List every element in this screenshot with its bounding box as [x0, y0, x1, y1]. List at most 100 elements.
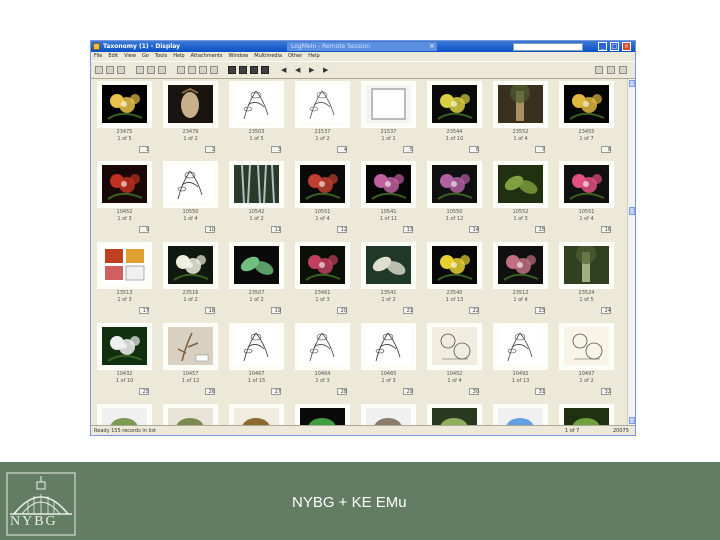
- menu-multimedia[interactable]: Multimedia: [254, 53, 282, 59]
- thumbnail-image[interactable]: [432, 408, 477, 425]
- thumbnail-cell[interactable]: [490, 402, 551, 425]
- thumbnail-cell[interactable]: 23479 1 of 2 2: [160, 79, 221, 156]
- session-combo[interactable]: [513, 43, 583, 51]
- open-icon[interactable]: [106, 66, 114, 74]
- thumbnail-cell[interactable]: [94, 402, 155, 425]
- thumbnail-frame[interactable]: [229, 323, 284, 370]
- thumbnail-image[interactable]: [366, 165, 411, 203]
- thumbnail-cell[interactable]: 10542 1 of 2 11: [226, 159, 287, 236]
- thumbnail-cell[interactable]: 23461 1 of 3 20: [292, 240, 353, 317]
- thumbnail-image[interactable]: [168, 408, 213, 425]
- menu-help-1[interactable]: Help: [173, 53, 184, 59]
- thumbnail-cell[interactable]: 10552 1 of 3 15: [490, 159, 551, 236]
- thumbnail-image[interactable]: [432, 246, 477, 284]
- thumbnail-frame[interactable]: [361, 404, 416, 425]
- thumbnail-image[interactable]: [432, 85, 477, 123]
- thumbnail-image[interactable]: [300, 85, 345, 123]
- thumbnail-frame[interactable]: [295, 404, 350, 425]
- thumbnail-frame[interactable]: [427, 404, 482, 425]
- menu-attachments[interactable]: Attachments: [191, 53, 223, 59]
- thumbnail-cell[interactable]: 10550 1 of 12 14: [424, 159, 485, 236]
- thumbnail-cell[interactable]: 10467 1 of 15 27: [226, 321, 287, 398]
- thumbnail-cell[interactable]: 10452 1 of 3 9: [94, 159, 155, 236]
- thumbnail-frame[interactable]: [97, 404, 152, 425]
- thumbnail-image[interactable]: [102, 327, 147, 365]
- thumbnail-cell[interactable]: [358, 402, 419, 425]
- next-record-icon[interactable]: ▶: [309, 65, 314, 75]
- title-bar[interactable]: Taxonomy (1) - Display LogMeIn - Remote …: [91, 41, 635, 52]
- thumbnail-image[interactable]: [234, 408, 279, 425]
- thumbnail-cell[interactable]: [226, 402, 287, 425]
- thumbnail-image[interactable]: [498, 165, 543, 203]
- scroll-thumb[interactable]: [629, 207, 635, 215]
- paste-icon[interactable]: [158, 66, 166, 74]
- thumbnail-image[interactable]: [300, 165, 345, 203]
- scroll-down-icon[interactable]: [629, 417, 635, 424]
- report-icon[interactable]: [210, 66, 218, 74]
- thumbnail-frame[interactable]: [163, 242, 218, 289]
- thumbnail-frame[interactable]: [295, 242, 350, 289]
- thumbnail-frame[interactable]: [559, 242, 614, 289]
- save-icon[interactable]: [117, 66, 125, 74]
- thumbnail-frame[interactable]: [427, 161, 482, 208]
- thumbnail-cell[interactable]: 10465 1 of 3 29: [358, 321, 419, 398]
- thumbnail-cell[interactable]: 23540 1 of 13 22: [424, 240, 485, 317]
- thumbnail-image[interactable]: [366, 327, 411, 365]
- thumbnail-cell[interactable]: 10452 1 of 4 30: [424, 321, 485, 398]
- multimedia-view-icon[interactable]: [261, 66, 269, 74]
- thumbnail-image[interactable]: [564, 327, 609, 365]
- thumbnail-frame[interactable]: [427, 323, 482, 370]
- thumbnail-image[interactable]: [234, 85, 279, 123]
- thumbnail-cell[interactable]: 23507 1 of 2 19: [226, 240, 287, 317]
- new-icon[interactable]: [95, 66, 103, 74]
- thumbnail-cell[interactable]: 23544 1 of 10 6: [424, 79, 485, 156]
- filter-icon[interactable]: [188, 66, 196, 74]
- tile-icon[interactable]: [619, 66, 627, 74]
- thumbnail-cell[interactable]: 23503 1 of 5 3: [226, 79, 287, 156]
- remote-session-tab[interactable]: LogMeIn - Remote Session: [287, 42, 437, 51]
- thumbnail-frame[interactable]: [295, 81, 350, 128]
- thumbnail-frame[interactable]: [229, 404, 284, 425]
- maximize-button[interactable]: □: [610, 42, 619, 51]
- thumbnail-frame[interactable]: [229, 81, 284, 128]
- thumbnail-cell[interactable]: 21537 1 of 1 5: [358, 79, 419, 156]
- thumbnail-image[interactable]: [234, 165, 279, 203]
- find-icon[interactable]: [177, 66, 185, 74]
- thumbnail-image[interactable]: [366, 408, 411, 425]
- vertical-scrollbar[interactable]: [627, 79, 635, 425]
- thumbnail-image[interactable]: [564, 246, 609, 284]
- minimize-button[interactable]: _: [598, 42, 607, 51]
- thumbnail-frame[interactable]: [163, 323, 218, 370]
- copy-icon[interactable]: [147, 66, 155, 74]
- thumbnail-image[interactable]: [102, 246, 147, 284]
- details-view-icon[interactable]: [239, 66, 247, 74]
- thumbnail-image[interactable]: [168, 246, 213, 284]
- thumbnail-cell[interactable]: 10551 1 of 4 16: [556, 159, 617, 236]
- thumbnail-image[interactable]: [432, 327, 477, 365]
- thumbnail-cell[interactable]: 10432 1 of 10 25: [94, 321, 155, 398]
- thumbnail-frame[interactable]: [361, 161, 416, 208]
- menu-window[interactable]: Window: [229, 53, 249, 59]
- thumbnail-image[interactable]: [564, 408, 609, 425]
- thumbnail-image[interactable]: [102, 408, 147, 425]
- thumbnail-image[interactable]: [366, 85, 411, 123]
- thumbnail-frame[interactable]: [295, 161, 350, 208]
- thumbnail-image[interactable]: [300, 408, 345, 425]
- thumbnail-cell[interactable]: 10492 1 of 13 31: [490, 321, 551, 398]
- options-icon[interactable]: [595, 66, 603, 74]
- thumbnail-image[interactable]: [168, 327, 213, 365]
- thumbnail-cell[interactable]: [556, 402, 617, 425]
- menu-view[interactable]: View: [124, 53, 136, 59]
- thumbnail-image[interactable]: [564, 85, 609, 123]
- thumbnail-cell[interactable]: 23512 1 of 4 23: [490, 240, 551, 317]
- menu-file[interactable]: File: [94, 53, 102, 59]
- list-view-icon[interactable]: [228, 66, 236, 74]
- thumbnail-frame[interactable]: [559, 404, 614, 425]
- thumbnail-image[interactable]: [234, 327, 279, 365]
- thumbnail-frame[interactable]: [493, 81, 548, 128]
- thumbnail-frame[interactable]: [493, 323, 548, 370]
- thumbnail-frame[interactable]: [427, 242, 482, 289]
- thumbnail-cell[interactable]: 10541 1 of 11 13: [358, 159, 419, 236]
- thumbnail-frame[interactable]: [229, 161, 284, 208]
- thumbnail-image[interactable]: [366, 246, 411, 284]
